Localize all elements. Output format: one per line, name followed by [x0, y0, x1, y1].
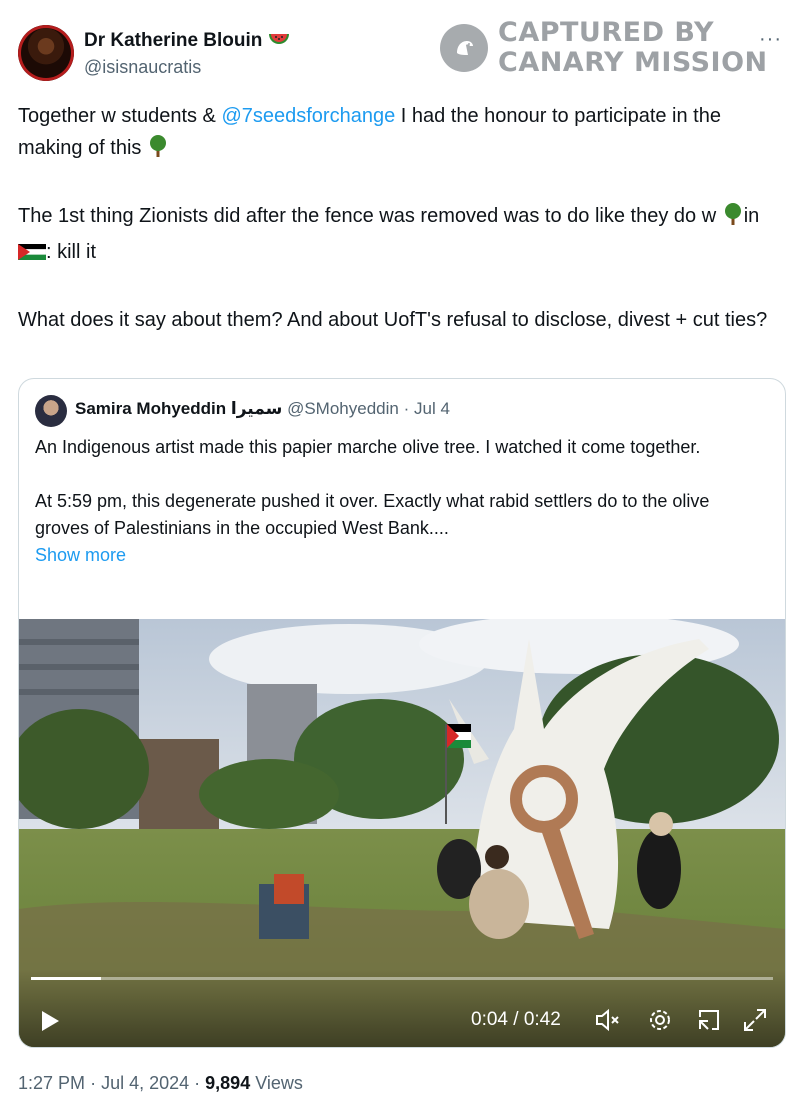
- author-avatar[interactable]: [18, 25, 74, 81]
- canary-bird-icon: [440, 24, 488, 72]
- video-time: 0:04 / 0:42: [471, 1009, 561, 1030]
- tweet-text-segment: : kill it: [46, 241, 96, 263]
- quote-author-name[interactable]: Samira Mohyeddin سميرا: [75, 399, 282, 418]
- tweet-paragraph-3: What does it say about them? And about U…: [18, 309, 768, 331]
- settings-gear-icon[interactable]: [647, 1007, 673, 1038]
- quote-text: An Indigenous artist made this papier ma…: [35, 434, 765, 569]
- tweet-paragraph-2: The 1st thing Zionists did after the fen…: [17, 200, 790, 272]
- tweet-time[interactable]: 1:27 PM: [18, 1073, 85, 1093]
- quote-author-handle[interactable]: @SMohyeddin: [287, 399, 399, 418]
- author-handle[interactable]: @isisnaucratis: [84, 57, 201, 78]
- quote-paragraph-1: An Indigenous artist made this papier ma…: [35, 437, 701, 457]
- views-label: Views: [255, 1073, 303, 1093]
- tweet-text-segment: The 1st thing Zionists did after the fen…: [18, 205, 722, 227]
- mention-link[interactable]: @7seedsforchange: [221, 105, 395, 127]
- quote-author-avatar[interactable]: [35, 395, 67, 427]
- views-count: 9,894: [205, 1073, 251, 1093]
- tweet-footer: 1:27 PM · Jul 4, 2024 · 9,894 Views: [18, 1073, 303, 1094]
- quote-header: Samira Mohyeddin سميرا @SMohyeddin · Jul…: [75, 399, 450, 419]
- show-more-link[interactable]: Show more: [35, 542, 765, 569]
- dot-separator: ·: [90, 1073, 102, 1093]
- tweet-text-segment: in: [743, 205, 760, 227]
- dot-separator: ·: [194, 1073, 206, 1093]
- watermark-line-2: CANARY MISSION: [498, 47, 768, 78]
- quoted-tweet[interactable]: Samira Mohyeddin سميرا @SMohyeddin · Jul…: [18, 378, 786, 1048]
- tweet-date[interactable]: Jul 4, 2024: [101, 1073, 189, 1093]
- tweet-paragraph-1: Together w students & @7seedsforchange I…: [18, 100, 790, 168]
- tweet-text: Together w students & @7seedsforchange I…: [17, 100, 790, 368]
- watermelon-icon: [268, 31, 290, 52]
- tweet-text-segment: Together w students &: [18, 105, 222, 127]
- video-player[interactable]: 0:04 / 0:42: [19, 619, 785, 1047]
- video-progress-bar[interactable]: [31, 977, 773, 980]
- video-progress-fill: [31, 977, 102, 980]
- tree-emoji-icon: [147, 134, 169, 168]
- mute-icon[interactable]: [594, 1007, 622, 1038]
- palestine-flag-icon: [17, 240, 47, 272]
- quote-date[interactable]: Jul 4: [414, 399, 450, 418]
- more-options-icon[interactable]: ···: [759, 28, 782, 51]
- watermark-line-1: CAPTURED BY: [498, 17, 715, 48]
- tree-emoji-icon: [722, 202, 744, 236]
- play-icon[interactable]: [39, 1009, 61, 1038]
- dot-separator: ·: [403, 399, 410, 418]
- author-name[interactable]: Dr Katherine Blouin: [84, 30, 262, 52]
- quote-paragraph-2: At 5:59 pm, this degenerate pushed it ov…: [35, 491, 710, 538]
- watermark: CAPTURED BY CANARY MISSION: [440, 18, 768, 78]
- fullscreen-icon[interactable]: [742, 1007, 768, 1038]
- picture-in-picture-icon[interactable]: [696, 1007, 722, 1038]
